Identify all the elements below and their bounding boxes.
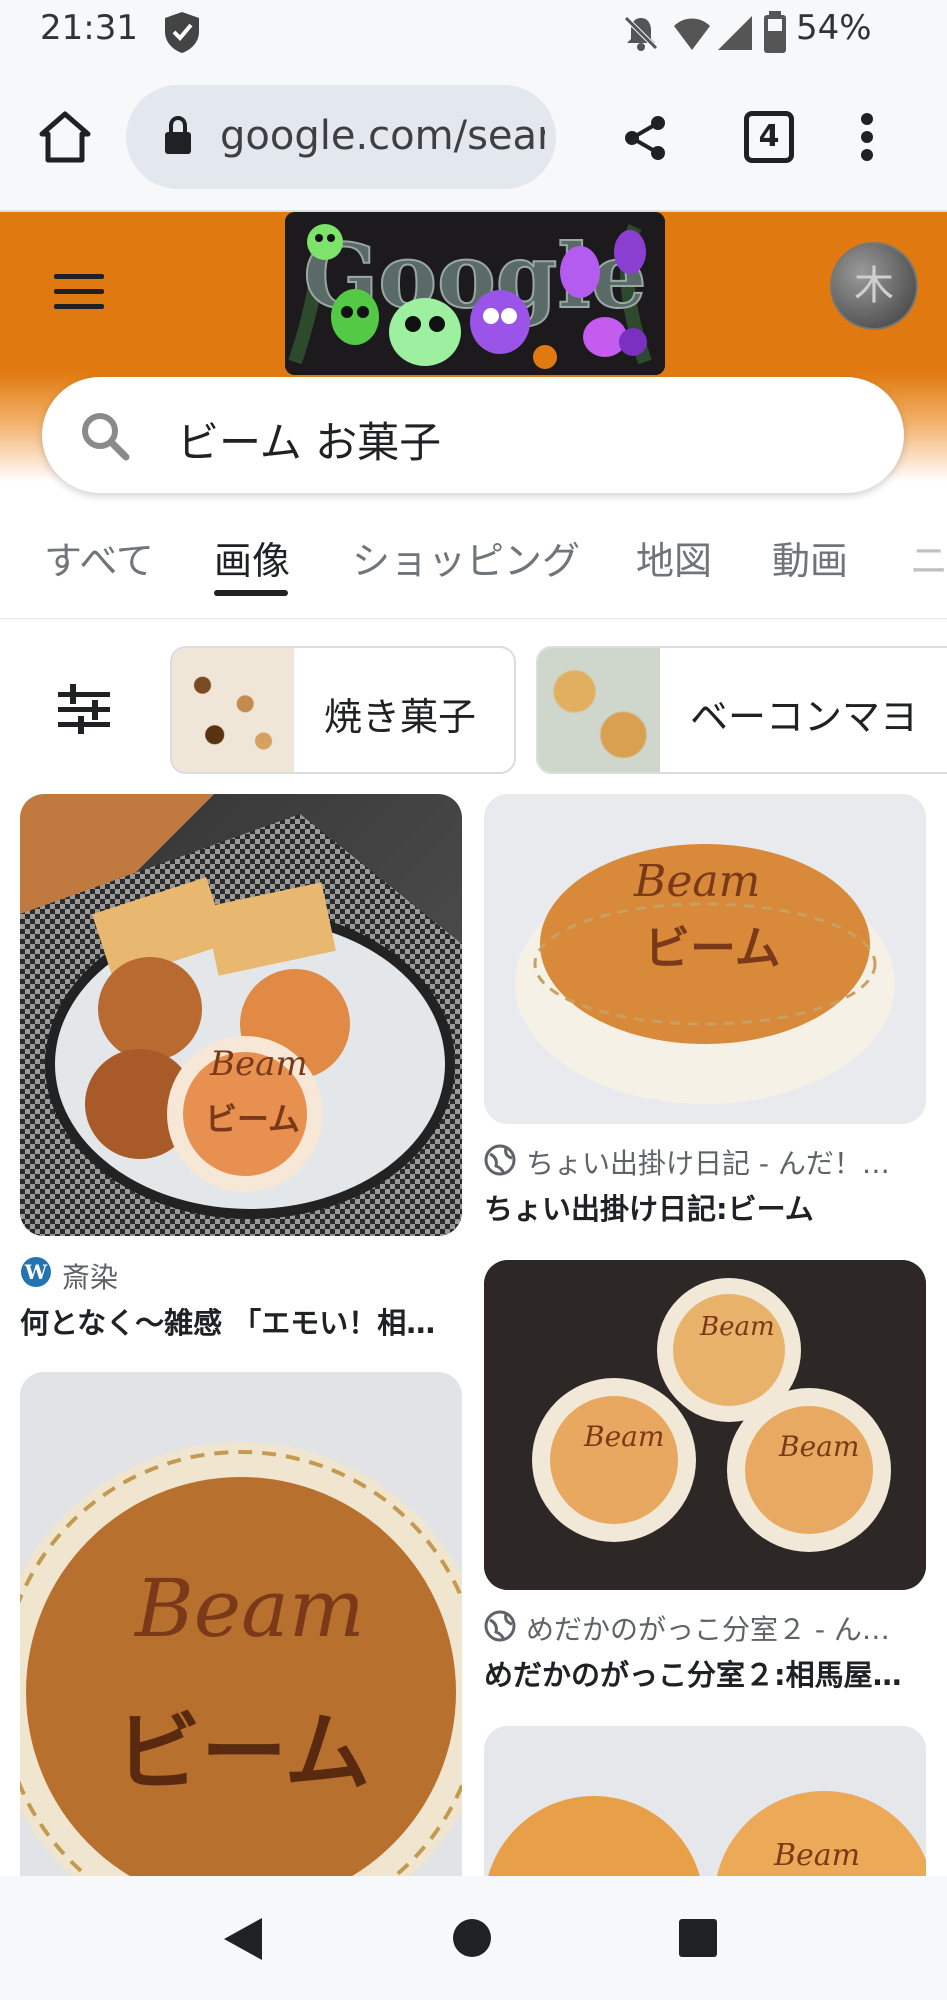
status-bar: 21:31 54%: [0, 0, 947, 64]
address-bar[interactable]: google.com/sear: [126, 85, 556, 189]
tab-maps[interactable]: 地図: [636, 530, 712, 585]
image-text-beam: Beam: [700, 1312, 775, 1342]
chip-label: ベーコンマヨ: [690, 695, 919, 739]
result-image[interactable]: Beam ビーム: [20, 794, 462, 1236]
result-image[interactable]: Beam: [484, 1726, 926, 1892]
result-title[interactable]: 何となく～雑感 「エモい！相…: [20, 1300, 435, 1342]
chip-thumbnail: [538, 648, 660, 772]
more-options-icon[interactable]: [860, 112, 874, 162]
search-icon: [82, 413, 130, 461]
home-nav-icon[interactable]: [452, 1918, 492, 1958]
result-source[interactable]: ちょい出掛け日記 - んだ！…: [526, 1142, 890, 1182]
tune-icon[interactable]: [58, 684, 110, 734]
image-text-beam: Beam: [779, 1430, 860, 1463]
tab-all[interactable]: すべて: [44, 530, 154, 585]
image-text-beam: Beam: [774, 1838, 861, 1873]
home-icon[interactable]: [38, 110, 92, 164]
svg-text:W: W: [24, 1260, 48, 1284]
image-text-beam: Beam: [584, 1420, 665, 1453]
lock-icon: [165, 115, 191, 154]
image-text-beam-ja: ビーム: [205, 1100, 301, 1138]
chip-baked-sweets[interactable]: 焼き菓子: [170, 646, 516, 774]
tab-more-partial[interactable]: ニ: [910, 530, 947, 585]
search-bar[interactable]: ビーム お菓子: [42, 377, 904, 493]
image-text-beam: Beam: [135, 1562, 365, 1655]
tab-images[interactable]: 画像: [214, 530, 290, 585]
url-text: google.com/sear: [220, 113, 545, 159]
tab-shopping[interactable]: ショッピング: [352, 530, 580, 585]
result-source[interactable]: めだかのがっこ分室２ - ん…: [526, 1608, 890, 1648]
back-icon[interactable]: [222, 1916, 264, 1962]
menu-icon[interactable]: [54, 272, 104, 312]
system-navigation-bar: [0, 1876, 947, 2000]
battery-icon: [764, 11, 786, 53]
wordpress-icon: W: [21, 1257, 51, 1287]
search-query[interactable]: ビーム お菓子: [177, 409, 441, 470]
globe-icon: [484, 1144, 516, 1176]
avatar-glyph: 木: [854, 263, 894, 309]
google-header: Google 木 ビーム お菓子: [0, 212, 947, 493]
wifi-icon: [674, 18, 710, 50]
globe-icon: [484, 1610, 516, 1642]
image-text-beam: Beam: [210, 1044, 308, 1084]
notifications-off-icon: [624, 16, 658, 51]
image-text-beam: Beam: [634, 856, 761, 907]
battery-percent: 54%: [796, 8, 872, 48]
cellular-signal-icon: [718, 16, 752, 50]
tab-switcher-button[interactable]: 4: [744, 111, 794, 163]
image-text-beam-ja: ビーム: [644, 921, 781, 975]
result-image[interactable]: Beam ビーム: [20, 1372, 462, 1892]
share-icon[interactable]: [622, 114, 668, 162]
result-title[interactable]: めだかのがっこ分室２:相馬屋…: [484, 1652, 902, 1694]
search-tabs: すべて 画像 ショッピング 地図 動画 ニ: [0, 494, 947, 619]
recents-icon[interactable]: [678, 1918, 718, 1958]
account-avatar[interactable]: 木: [830, 242, 918, 330]
active-tab-indicator: [214, 590, 288, 596]
result-image[interactable]: Beam ビーム: [484, 794, 926, 1124]
browser-toolbar: google.com/sear 4: [0, 64, 947, 212]
status-time: 21:31: [40, 8, 138, 48]
result-image[interactable]: Beam Beam Beam: [484, 1260, 926, 1590]
result-title[interactable]: ちょい出掛け日記:ビーム: [484, 1186, 814, 1228]
chip-thumbnail: [172, 648, 294, 772]
tab-videos[interactable]: 動画: [772, 530, 848, 585]
result-source[interactable]: 斎染: [62, 1256, 118, 1296]
google-doodle-logo[interactable]: Google: [285, 212, 665, 375]
shield-icon: [165, 12, 199, 53]
chip-label: 焼き菓子: [324, 695, 477, 739]
chip-bacon-mayo[interactable]: ベーコンマヨ: [536, 646, 947, 774]
image-text-beam-ja: ビーム: [115, 1702, 371, 1803]
